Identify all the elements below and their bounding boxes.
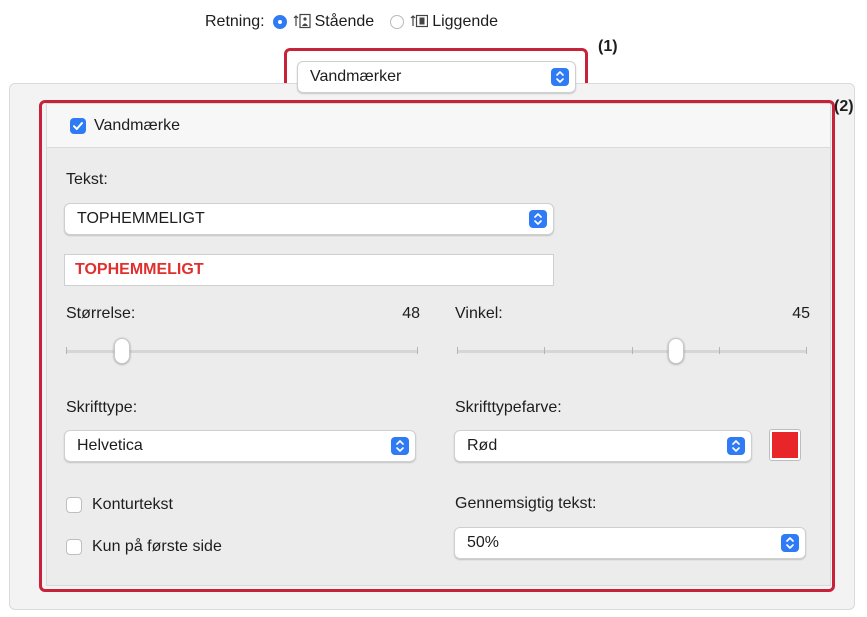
text-preset-value: TOPHEMMELIGT xyxy=(77,210,205,227)
transparency-popup[interactable]: 50% xyxy=(454,527,806,559)
font-popup[interactable]: Helvetica xyxy=(64,430,416,462)
up-down-stepper-icon xyxy=(727,437,745,455)
first-page-only-label: Kun på første side xyxy=(92,538,222,555)
outline-text-label: Konturtekst xyxy=(92,496,173,513)
callout-2-label: (2) xyxy=(834,98,854,115)
angle-value: 45 xyxy=(792,305,810,322)
font-label: Skrifttype: xyxy=(66,399,138,416)
landscape-radio[interactable] xyxy=(390,15,405,29)
size-slider-tick xyxy=(66,347,67,354)
portrait-radio[interactable] xyxy=(272,15,287,29)
font-color-swatch-fill xyxy=(772,432,798,458)
size-slider-tick xyxy=(417,347,418,354)
panel-select-value: Vandmærker xyxy=(310,68,402,85)
callout-1-label: (1) xyxy=(598,38,618,55)
transparency-value: 50% xyxy=(467,534,500,551)
landscape-orientation-icon xyxy=(410,13,429,32)
angle-slider-tick xyxy=(544,347,545,354)
watermark-checkbox[interactable] xyxy=(70,118,86,134)
first-page-only-row[interactable]: Kun på første side xyxy=(66,538,222,556)
up-down-stepper-icon xyxy=(551,68,569,86)
up-down-stepper-icon xyxy=(529,210,547,228)
angle-label: Vinkel: xyxy=(455,305,503,322)
size-label: Størrelse: xyxy=(66,305,136,322)
angle-slider-tick xyxy=(632,347,633,354)
up-down-stepper-icon xyxy=(781,534,799,552)
text-label: Tekst: xyxy=(66,171,108,188)
angle-slider-tick xyxy=(457,347,458,354)
font-color-popup[interactable]: Rød xyxy=(454,430,752,462)
orientation-row: Retning: Stående Liggende xyxy=(205,10,498,34)
angle-slider-tick xyxy=(806,347,807,354)
orientation-label: Retning: xyxy=(205,13,265,30)
portrait-label[interactable]: Stående xyxy=(315,13,375,31)
watermark-checkbox-row[interactable]: Vandmærke xyxy=(70,117,180,135)
transparency-label: Gennemsigtig tekst: xyxy=(455,495,597,512)
font-value: Helvetica xyxy=(77,437,143,454)
outline-text-row[interactable]: Konturtekst xyxy=(66,496,173,514)
landscape-label[interactable]: Liggende xyxy=(432,13,498,31)
watermark-checkbox-label: Vandmærke xyxy=(94,117,180,134)
portrait-orientation-icon xyxy=(293,13,311,32)
text-preset-popup[interactable]: TOPHEMMELIGT xyxy=(64,203,554,235)
panel-select-popup[interactable]: Vandmærker xyxy=(297,61,576,93)
font-color-swatch[interactable] xyxy=(769,429,801,461)
angle-slider-knob[interactable] xyxy=(667,338,684,364)
size-slider-knob[interactable] xyxy=(114,338,131,364)
angle-slider[interactable] xyxy=(457,336,807,366)
angle-slider-tick xyxy=(719,347,720,354)
size-value: 48 xyxy=(402,305,420,322)
outline-text-checkbox[interactable] xyxy=(66,497,82,513)
up-down-stepper-icon xyxy=(391,437,409,455)
size-slider[interactable] xyxy=(66,336,418,366)
first-page-only-checkbox[interactable] xyxy=(66,539,82,555)
font-color-label: Skrifttypefarve: xyxy=(455,399,562,416)
watermark-text-field[interactable]: TOPHEMMELIGT xyxy=(64,254,554,286)
font-color-value: Rød xyxy=(467,437,498,454)
watermark-text-value: TOPHEMMELIGT xyxy=(75,261,204,278)
